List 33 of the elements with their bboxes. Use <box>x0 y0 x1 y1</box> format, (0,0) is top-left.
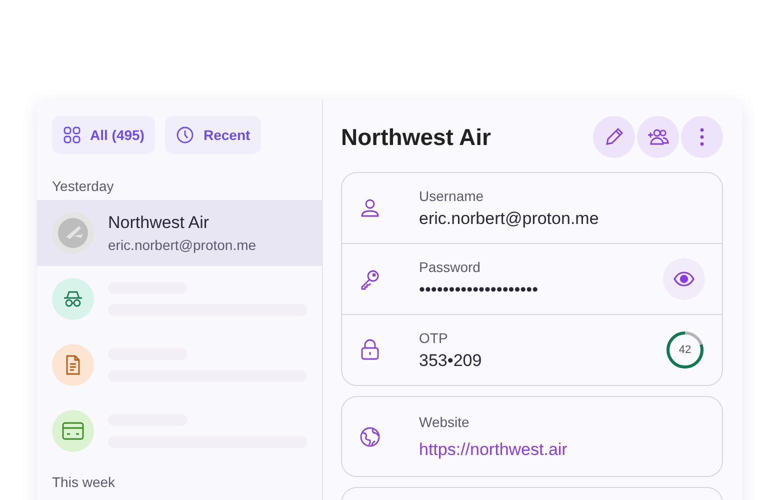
clock-icon <box>176 126 194 144</box>
eye-icon <box>673 271 695 287</box>
section-heading: Yesterday <box>51 177 115 196</box>
field-value: •••••••••••••••••••• <box>419 280 540 300</box>
person-icon <box>359 197 381 219</box>
reveal-button[interactable] <box>663 258 705 300</box>
section-heading: This week <box>51 473 116 492</box>
field-label: Username <box>419 188 485 204</box>
website-link[interactable]: https://northwest.air <box>419 440 705 460</box>
timer-seconds: 42 <box>678 343 692 358</box>
field-value: 353•209 <box>419 350 483 370</box>
site-logo-icon <box>52 212 94 254</box>
spy-icon <box>52 278 94 320</box>
pencil-icon <box>603 126 625 148</box>
field-label: Password <box>419 258 482 274</box>
document-icon <box>52 344 94 386</box>
filter-button[interactable]: All (495) <box>52 116 156 154</box>
field-label: Website <box>419 414 470 430</box>
more-icon <box>699 126 705 148</box>
filter-button[interactable]: Recent <box>165 116 262 154</box>
edit-button[interactable] <box>593 116 635 158</box>
item-title: Northwest Air <box>108 213 210 233</box>
globe-icon <box>359 426 381 448</box>
list-item[interactable]: Northwest Air eric.norbert@proton.me <box>37 200 322 266</box>
item-subtitle: eric.norbert@proton.me <box>108 237 258 253</box>
key-icon <box>359 268 381 290</box>
field-label: OTP <box>419 330 449 346</box>
credit-card-icon <box>52 410 94 452</box>
field-value: eric.norbert@proton.me <box>419 208 600 228</box>
item-heading: Northwest Air <box>341 124 491 150</box>
grid-icon <box>63 126 81 144</box>
share-button[interactable] <box>637 116 679 158</box>
lock-icon <box>359 339 381 361</box>
